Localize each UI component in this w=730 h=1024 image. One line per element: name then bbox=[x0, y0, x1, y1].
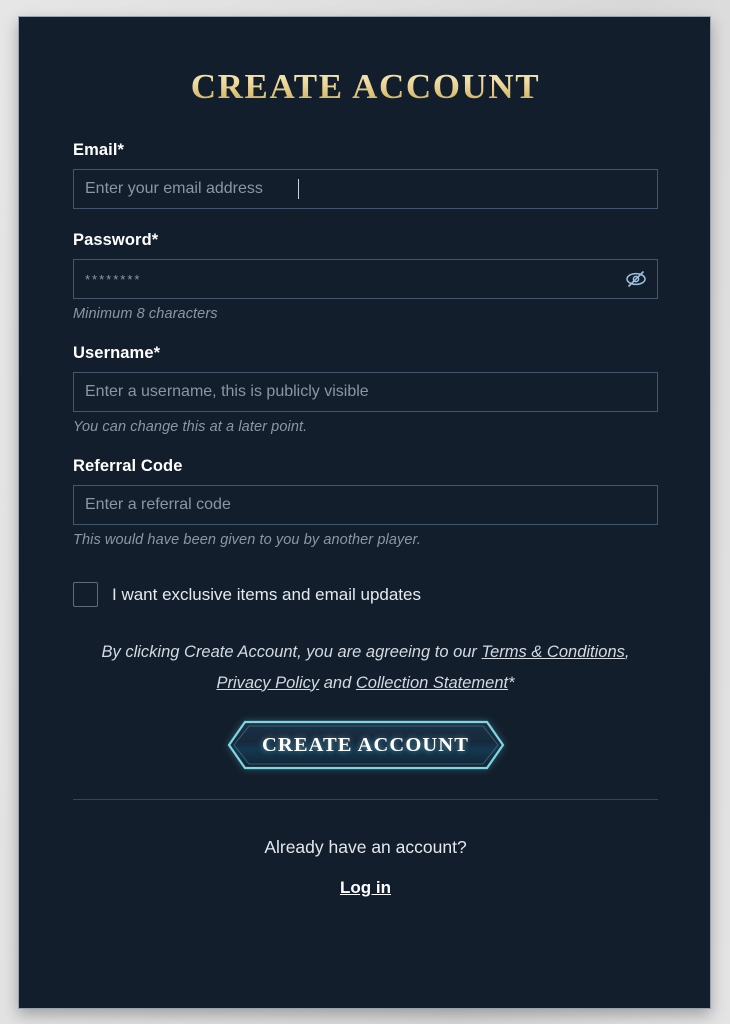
collection-statement-link[interactable]: Collection Statement bbox=[356, 674, 508, 692]
password-label: Password* bbox=[73, 231, 159, 249]
username-input[interactable] bbox=[73, 372, 658, 412]
terms-agreement-text: By clicking Create Account, you are agre… bbox=[73, 637, 658, 698]
create-account-panel: CREATE ACCOUNT Email* Password* bbox=[18, 16, 711, 1009]
terms-conjunction: and bbox=[319, 673, 356, 692]
privacy-policy-link[interactable]: Privacy Policy bbox=[216, 674, 319, 692]
username-field-group: Username* You can change this at a later… bbox=[73, 344, 658, 435]
password-field-group: Password* Minimum 8 characters bbox=[73, 231, 658, 322]
create-account-button[interactable]: CREATE ACCOUNT bbox=[227, 720, 505, 770]
marketing-optin-row[interactable]: I want exclusive items and email updates bbox=[73, 582, 658, 607]
terms-suffix: * bbox=[508, 673, 515, 692]
email-input[interactable] bbox=[73, 169, 658, 209]
username-label: Username* bbox=[73, 344, 161, 362]
create-account-button-label: CREATE ACCOUNT bbox=[262, 734, 469, 757]
existing-account-question: Already have an account? bbox=[264, 837, 467, 858]
eye-slash-icon bbox=[626, 270, 646, 288]
referral-label: Referral Code bbox=[73, 457, 183, 475]
email-label: Email* bbox=[73, 141, 125, 159]
terms-prefix: By clicking Create Account, you are agre… bbox=[101, 643, 482, 661]
login-link[interactable]: Log in bbox=[340, 878, 391, 897]
text-caret bbox=[298, 179, 299, 199]
page-title: CREATE ACCOUNT bbox=[73, 67, 658, 107]
terms-conditions-link[interactable]: Terms & Conditions bbox=[482, 643, 625, 661]
referral-input[interactable] bbox=[73, 485, 658, 525]
marketing-optin-checkbox[interactable] bbox=[73, 582, 98, 607]
terms-separator: , bbox=[624, 643, 630, 661]
password-visibility-toggle[interactable] bbox=[624, 268, 648, 290]
referral-hint: This would have been given to you by ano… bbox=[73, 532, 422, 548]
password-hint: Minimum 8 characters bbox=[73, 306, 218, 322]
password-input[interactable] bbox=[73, 259, 658, 299]
cta-area: CREATE ACCOUNT bbox=[73, 720, 658, 770]
username-hint: You can change this at a later point. bbox=[73, 419, 308, 435]
email-field-group: Email* bbox=[73, 141, 658, 209]
marketing-optin-label[interactable]: I want exclusive items and email updates bbox=[112, 585, 421, 605]
footer-divider bbox=[73, 799, 658, 801]
referral-field-group: Referral Code This would have been given… bbox=[73, 457, 658, 548]
